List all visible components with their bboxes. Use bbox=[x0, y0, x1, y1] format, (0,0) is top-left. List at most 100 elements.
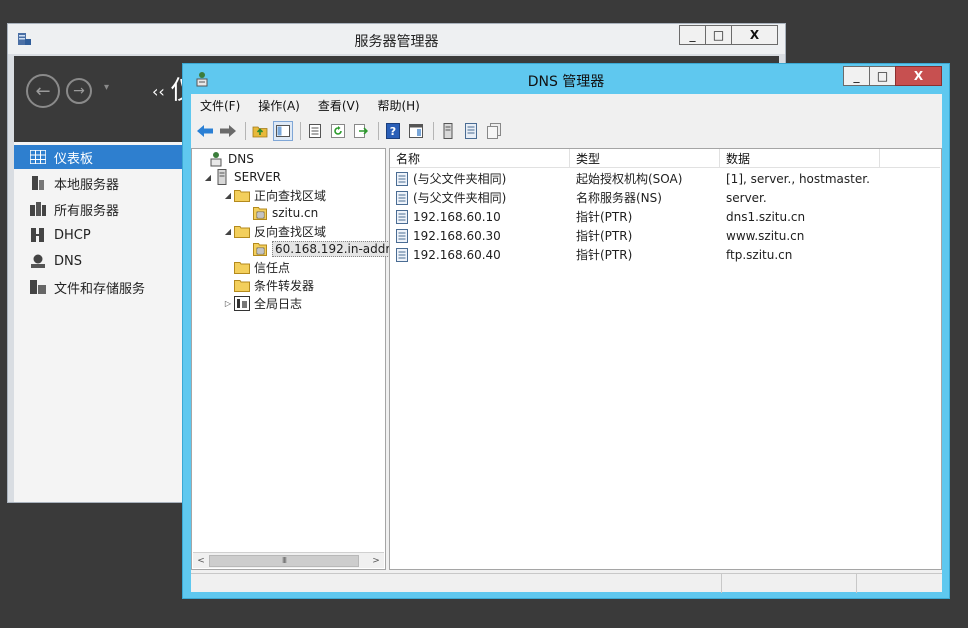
sidebar-item-label: 文件和存储服务 bbox=[54, 281, 146, 297]
status-bar-section bbox=[721, 574, 856, 593]
export-list-icon[interactable] bbox=[351, 121, 371, 141]
record-icon[interactable] bbox=[461, 121, 481, 141]
sidebar-item-dns[interactable]: DNS bbox=[14, 249, 184, 273]
show-action-pane-icon[interactable] bbox=[406, 121, 426, 141]
dns-record-icon bbox=[396, 247, 410, 262]
sidebar-item-file-storage[interactable]: 文件和存储服务 bbox=[14, 275, 184, 299]
record-row[interactable]: (与父文件夹相同) 起始授权机构(SOA) [1], server., hostma… bbox=[390, 169, 940, 188]
folder-icon bbox=[234, 187, 250, 203]
nav-history-dropdown[interactable]: ▾ bbox=[104, 82, 109, 93]
record-row[interactable]: 192.168.60.10 指针(PTR) dns1.szitu.cn bbox=[390, 207, 940, 226]
dns-manager-window-controls: _ □ X bbox=[843, 66, 942, 86]
records-list: 名称 类型 数据 (与父文件夹相同) 起始授权机构(SOA) [1], server… bbox=[389, 148, 942, 570]
record-name-cell: 192.168.60.40 bbox=[390, 247, 570, 262]
tree-node[interactable]: ▷ 全局日志 bbox=[222, 294, 302, 312]
menu-view[interactable]: 查看(V) bbox=[309, 97, 369, 114]
forward-arrow-icon[interactable] bbox=[218, 121, 238, 141]
record-row[interactable]: (与父文件夹相同) 名称服务器(NS) server. bbox=[390, 188, 940, 207]
sidebar-item-dashboard[interactable]: 仪表板 bbox=[14, 145, 184, 169]
tree-expander-icon[interactable]: ◢ bbox=[202, 173, 214, 182]
record-name: 192.168.60.30 bbox=[413, 228, 501, 243]
sidebar-item-label: 所有服务器 bbox=[54, 203, 120, 219]
record-type: 指针(PTR) bbox=[576, 229, 633, 243]
record-data: www.szitu.cn bbox=[726, 228, 805, 243]
tree-node[interactable]: 60.168.192.in-addr. bbox=[240, 240, 397, 258]
breadcrumb-chevron-icon: ‹‹ bbox=[152, 82, 165, 101]
toolbar-separator bbox=[245, 122, 246, 140]
record-name: 192.168.60.10 bbox=[413, 209, 501, 224]
scroll-thumb[interactable]: III bbox=[209, 554, 359, 567]
folder-icon bbox=[234, 277, 250, 293]
scroll-track[interactable]: III bbox=[209, 554, 368, 568]
server-icon[interactable] bbox=[438, 121, 458, 141]
back-arrow-icon[interactable] bbox=[195, 121, 215, 141]
column-header-data[interactable]: 数据 bbox=[720, 149, 880, 168]
dns-root-icon bbox=[208, 151, 224, 167]
tree-node-label: szitu.cn bbox=[272, 206, 319, 220]
help-icon[interactable]: ? bbox=[383, 121, 403, 141]
dns-record-icon bbox=[396, 171, 410, 186]
sidebar-item-dhcp[interactable]: DHCP bbox=[14, 223, 184, 247]
refresh-icon[interactable] bbox=[328, 121, 348, 141]
sidebar-item-local-server[interactable]: 本地服务器 bbox=[14, 171, 184, 195]
dns-icon bbox=[30, 253, 46, 269]
server-manager-window-controls: _ □ X bbox=[679, 25, 778, 45]
tree-node-label: 条件转发器 bbox=[254, 278, 315, 293]
svg-text:?: ? bbox=[390, 125, 396, 138]
server-manager-titlebar[interactable]: 服务器管理器 _ □ X bbox=[8, 24, 785, 54]
maximize-button[interactable]: □ bbox=[705, 25, 732, 45]
column-header-name[interactable]: 名称 bbox=[390, 149, 570, 168]
tree-horizontal-scrollbar[interactable]: < III > bbox=[193, 552, 384, 568]
dns-manager-title: DNS 管理器 bbox=[527, 74, 605, 90]
record-type: 名称服务器(NS) bbox=[576, 191, 662, 205]
server-manager-sidebar: 仪表板 本地服务器 所有服务器 DHCP DNS 文件和存储服务 bbox=[14, 142, 184, 502]
sidebar-item-all-servers[interactable]: 所有服务器 bbox=[14, 197, 184, 221]
column-header-type[interactable]: 类型 bbox=[570, 149, 720, 168]
toolbar: ? bbox=[191, 118, 942, 144]
scroll-left-icon[interactable]: < bbox=[193, 554, 209, 568]
back-button[interactable]: ← bbox=[26, 74, 60, 108]
scroll-right-icon[interactable]: > bbox=[368, 554, 384, 568]
tree-node[interactable]: ◢ SERVER bbox=[202, 168, 281, 186]
copy-records-icon[interactable] bbox=[484, 121, 504, 141]
folder-icon bbox=[234, 259, 250, 275]
server-icon bbox=[214, 169, 230, 185]
tree-node[interactable]: 信任点 bbox=[222, 258, 290, 276]
tree-node[interactable]: szitu.cn bbox=[240, 204, 318, 222]
record-name-cell: (与父文件夹相同) bbox=[390, 189, 570, 206]
console-tree: ▷ 全局日志 条件转发器 信任点 60.168.192.in-addr. ◢ 反向查找区域 s… bbox=[191, 148, 397, 570]
dashboard-icon bbox=[30, 149, 46, 165]
dns-manager-window: DNS 管理器 _ □ X 文件(F) 操作(A) 查看(V) 帮助(H) ? … bbox=[182, 63, 950, 599]
close-button[interactable]: X bbox=[731, 25, 778, 45]
properties-list-icon[interactable] bbox=[305, 121, 325, 141]
tree-expander-icon[interactable]: ◢ bbox=[222, 191, 234, 200]
tree-node[interactable]: 条件转发器 bbox=[222, 276, 314, 294]
tree-node[interactable]: ◢ 正向查找区域 bbox=[222, 186, 326, 204]
record-data: [1], server., hostmaster. bbox=[726, 171, 870, 186]
show-hide-tree-icon[interactable] bbox=[273, 121, 293, 141]
tree-node-label: 正向查找区域 bbox=[254, 188, 327, 203]
file-storage-icon bbox=[30, 279, 46, 295]
minimize-button[interactable]: _ bbox=[843, 66, 870, 86]
close-button[interactable]: X bbox=[895, 66, 942, 86]
tree-node-label: 60.168.192.in-addr. bbox=[272, 241, 397, 257]
dns-manager-titlebar[interactable]: DNS 管理器 _ □ X bbox=[183, 64, 949, 94]
record-row[interactable]: 192.168.60.40 指针(PTR) ftp.szitu.cn bbox=[390, 245, 940, 264]
tree-node[interactable]: ◢ 反向查找区域 bbox=[222, 222, 326, 240]
maximize-button[interactable]: □ bbox=[869, 66, 896, 86]
tree-node-label: 全局日志 bbox=[254, 296, 303, 311]
record-data: server. bbox=[726, 190, 767, 205]
forward-button[interactable]: → bbox=[66, 78, 92, 104]
record-data: dns1.szitu.cn bbox=[726, 209, 806, 224]
menu-help[interactable]: 帮助(H) bbox=[368, 97, 428, 114]
tree-node[interactable]: DNS bbox=[196, 150, 254, 168]
menu-file[interactable]: 文件(F) bbox=[191, 97, 249, 114]
tree-expander-icon[interactable]: ▷ bbox=[222, 299, 234, 308]
record-row[interactable]: 192.168.60.30 指针(PTR) www.szitu.cn bbox=[390, 226, 940, 245]
minimize-button[interactable]: _ bbox=[679, 25, 706, 45]
menu-action[interactable]: 操作(A) bbox=[249, 97, 309, 114]
record-name: (与父文件夹相同) bbox=[413, 191, 507, 205]
tree-expander-icon[interactable]: ◢ bbox=[222, 227, 234, 236]
up-folder-icon[interactable] bbox=[250, 121, 270, 141]
dhcp-icon bbox=[30, 227, 46, 243]
